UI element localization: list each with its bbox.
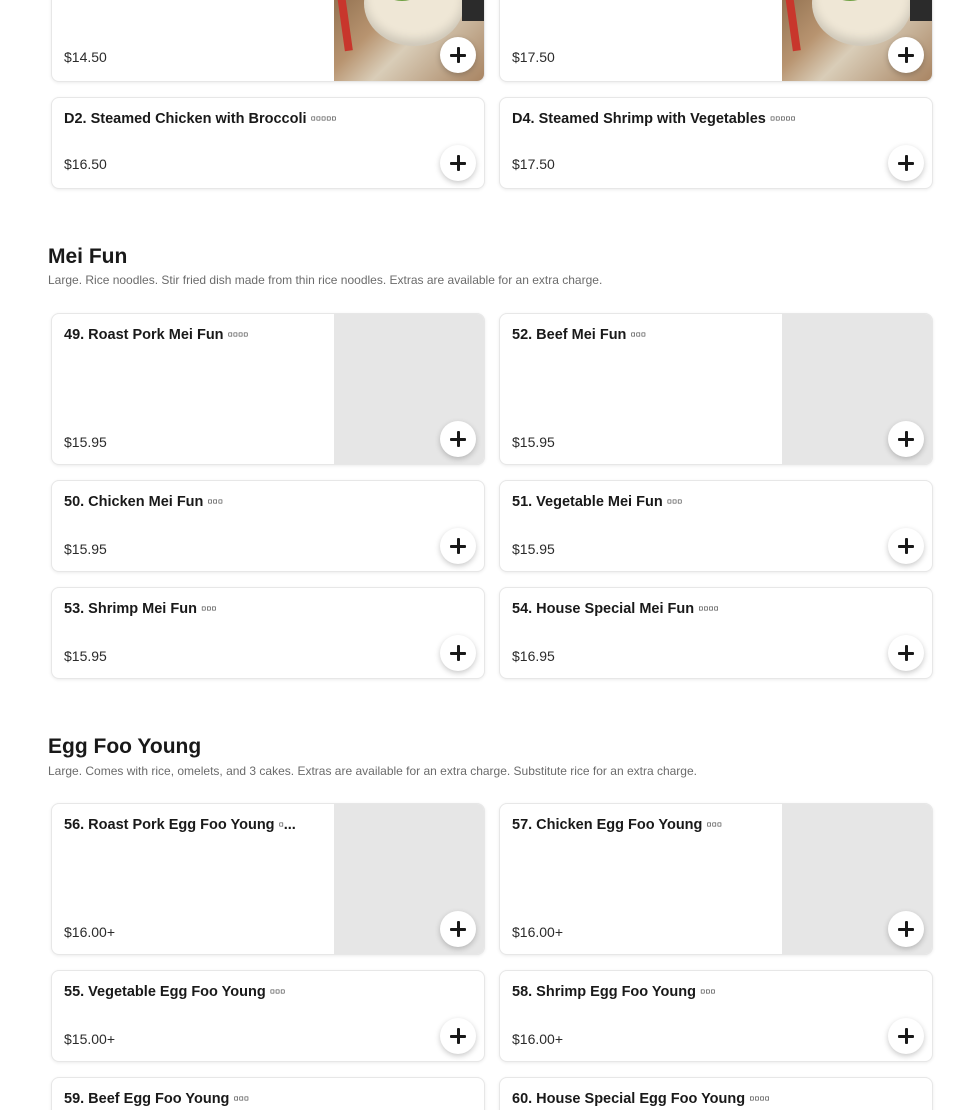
item-price: $16.00+ (64, 924, 115, 940)
section-description: Large. Comes with rice, omelets, and 3 c… (48, 764, 697, 778)
item-name: D2. Steamed Chicken with Broccoli ▫▫▫▫▫ (64, 111, 337, 127)
item-name: 59. Beef Egg Foo Young ▫▫▫ (64, 1091, 249, 1107)
section-title-egg-foo-young: Egg Foo Young (48, 735, 202, 758)
menu-item-card[interactable]: D2. Steamed Chicken with Broccoli ▫▫▫▫▫ … (51, 97, 485, 189)
menu-item-card[interactable]: 50. Chicken Mei Fun ▫▫▫ $15.95 (51, 480, 485, 572)
add-item-button[interactable] (440, 635, 476, 671)
plus-icon (898, 1028, 914, 1044)
menu-item-card[interactable]: 56. Roast Pork Egg Foo Young ▫... $16.00… (51, 803, 485, 955)
add-item-button[interactable] (440, 528, 476, 564)
item-name: 60. House Special Egg Foo Young ▫▫▫▫ (512, 1091, 770, 1107)
section-description: Large. Rice noodles. Stir fried dish mad… (48, 273, 603, 287)
item-price: $14.50 (64, 49, 107, 65)
menu-item-card[interactable]: 53. Shrimp Mei Fun ▫▫▫ $15.95 (51, 587, 485, 679)
plus-icon (898, 431, 914, 447)
item-name: 58. Shrimp Egg Foo Young ▫▫▫ (512, 984, 716, 1000)
item-name: 55. Vegetable Egg Foo Young ▫▫▫ (64, 984, 286, 1000)
menu-item-card[interactable]: 49. Roast Pork Mei Fun ▫▫▫▫ $15.95 (51, 313, 485, 465)
item-price: $17.50 (512, 49, 555, 65)
item-name: D4. Steamed Shrimp with Vegetables ▫▫▫▫▫ (512, 111, 796, 127)
plus-icon (450, 1028, 466, 1044)
item-name: 57. Chicken Egg Foo Young ▫▫▫ (512, 817, 722, 833)
plus-icon (450, 47, 466, 63)
menu-item-card[interactable]: 55. Vegetable Egg Foo Young ▫▫▫ $15.00+ (51, 970, 485, 1062)
plus-icon (450, 431, 466, 447)
menu-item-card[interactable]: D4. Steamed Shrimp with Vegetables ▫▫▫▫▫… (499, 97, 933, 189)
add-item-button[interactable] (440, 1018, 476, 1054)
menu-item-card[interactable]: 57. Chicken Egg Foo Young ▫▫▫ $16.00+ (499, 803, 933, 955)
menu-item-card[interactable]: 58. Shrimp Egg Foo Young ▫▫▫ $16.00+ (499, 970, 933, 1062)
plus-icon (450, 921, 466, 937)
plus-icon (450, 645, 466, 661)
item-price: $16.00+ (512, 1031, 563, 1047)
item-price: $15.95 (64, 648, 107, 664)
add-item-button[interactable] (888, 37, 924, 73)
add-item-button[interactable] (440, 37, 476, 73)
plus-icon (898, 538, 914, 554)
item-price: $15.95 (64, 541, 107, 557)
item-price: $16.50 (64, 156, 107, 172)
item-price: $16.00+ (512, 924, 563, 940)
plus-icon (898, 155, 914, 171)
menu-item-card[interactable]: 52. Beef Mei Fun ▫▫▫ $15.95 (499, 313, 933, 465)
item-price: $15.00+ (64, 1031, 115, 1047)
menu-item-card[interactable]: 54. House Special Mei Fun ▫▫▫▫ $16.95 (499, 587, 933, 679)
item-price: $15.95 (512, 541, 555, 557)
item-name: 54. House Special Mei Fun ▫▫▫▫ (512, 601, 719, 617)
item-name: 51. Vegetable Mei Fun ▫▫▫ (512, 494, 683, 510)
menu-item-card[interactable]: $14.50 (51, 0, 485, 82)
item-name: 50. Chicken Mei Fun ▫▫▫ (64, 494, 223, 510)
add-item-button[interactable] (888, 145, 924, 181)
item-price: $15.95 (64, 434, 107, 450)
add-item-button[interactable] (888, 635, 924, 671)
plus-icon (450, 538, 466, 554)
plus-icon (450, 155, 466, 171)
add-item-button[interactable] (440, 911, 476, 947)
item-name: 52. Beef Mei Fun ▫▫▫ (512, 327, 646, 343)
add-item-button[interactable] (888, 421, 924, 457)
plus-icon (898, 921, 914, 937)
item-price: $16.95 (512, 648, 555, 664)
menu-item-card[interactable]: 59. Beef Egg Foo Young ▫▫▫ (51, 1077, 485, 1110)
section-title-mei-fun: Mei Fun (48, 245, 128, 268)
add-item-button[interactable] (440, 145, 476, 181)
plus-icon (898, 645, 914, 661)
add-item-button[interactable] (440, 421, 476, 457)
menu-item-card[interactable]: 51. Vegetable Mei Fun ▫▫▫ $15.95 (499, 480, 933, 572)
plus-icon (898, 47, 914, 63)
menu-item-card[interactable]: 60. House Special Egg Foo Young ▫▫▫▫ (499, 1077, 933, 1110)
item-name: 53. Shrimp Mei Fun ▫▫▫ (64, 601, 217, 617)
add-item-button[interactable] (888, 911, 924, 947)
item-price: $17.50 (512, 156, 555, 172)
menu-item-card[interactable]: $17.50 (499, 0, 933, 82)
item-name: 49. Roast Pork Mei Fun ▫▫▫▫ (64, 327, 249, 343)
add-item-button[interactable] (888, 528, 924, 564)
item-name: 56. Roast Pork Egg Foo Young ▫... (64, 817, 296, 833)
add-item-button[interactable] (888, 1018, 924, 1054)
item-price: $15.95 (512, 434, 555, 450)
